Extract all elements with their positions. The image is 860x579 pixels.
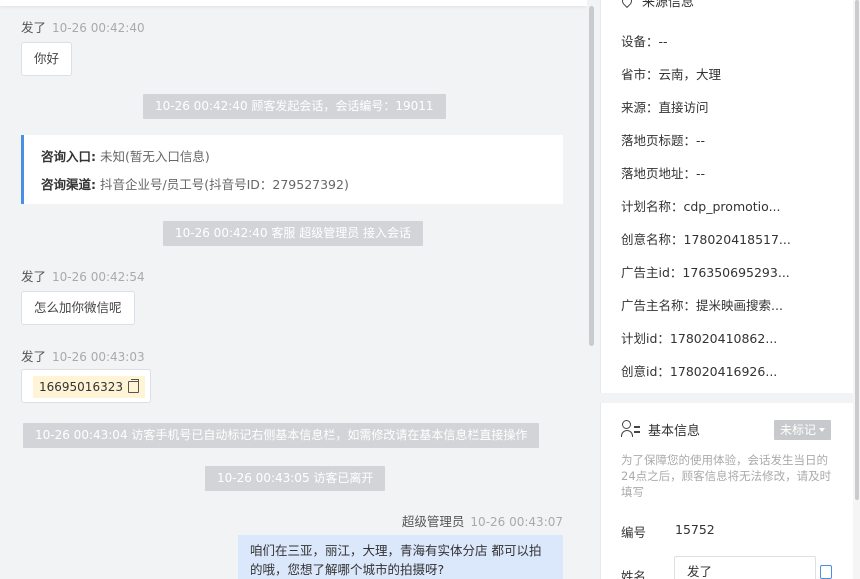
source-row-region: 省市：云南，大理	[621, 67, 722, 82]
consult-entry-line: 咨询入口: 未知(暂无入口信息)	[41, 146, 210, 165]
sender-name: 发了	[21, 269, 47, 284]
source-info-title: 来源信息	[642, 0, 695, 10]
section-divider	[600, 393, 853, 403]
name-label: 姓名	[621, 569, 647, 579]
copy-icon[interactable]	[127, 379, 139, 393]
consult-entry-value: 未知(暂无入口信息)	[99, 149, 210, 164]
phone-number-chip[interactable]: 16695016323	[33, 376, 145, 398]
tag-dropdown-button[interactable]: 未标记	[774, 420, 832, 440]
source-row-creative-id: 创意id：178020416926...	[621, 364, 778, 379]
agent-message-meta: 超级管理员 10-26 00:43:07	[402, 511, 563, 530]
copy-icon[interactable]	[820, 565, 832, 579]
source-row-creative-name: 创意名称：178020418517...	[621, 232, 791, 247]
consult-info-card: 咨询入口: 未知(暂无入口信息) 咨询渠道: 抖音企业号/员工号(抖音号ID：2…	[21, 135, 563, 204]
agent-message-bubble: 咱们在三亚，丽江，大理，青海有实体分店 都可以拍的哦，您想了解哪个城市的拍摄呀?	[238, 535, 563, 579]
message-time: 10-26 00:42:40	[52, 21, 145, 35]
agent-message-time: 10-26 00:43:07	[470, 515, 563, 529]
basic-info-title: 基本信息	[648, 424, 701, 439]
source-row-plan-name: 计划名称：cdp_promotio...	[621, 199, 781, 214]
system-notice: 10-26 00:42:40 客服 超级管理员 接入会话	[163, 221, 424, 246]
consult-entry-label: 咨询入口:	[41, 149, 96, 164]
edit-notice: 为了保障您的使用体验，会话发生当日的24点之后，顾客信息将无法修改，请及时填写	[621, 453, 832, 499]
tag-dropdown-label: 未标记	[780, 423, 817, 437]
basic-info-heading: 基本信息	[621, 420, 700, 439]
agent-name: 超级管理员	[401, 514, 465, 529]
consult-channel-label: 咨询渠道:	[41, 177, 96, 192]
consult-channel-value: 抖音企业号/员工号(抖音号ID：279527392)	[99, 177, 349, 192]
source-row-origin: 来源：直接访问	[621, 100, 709, 115]
id-value: 15752	[675, 522, 715, 537]
source-row-landing-title: 落地页标题：--	[621, 133, 706, 148]
location-pin-icon	[619, 0, 635, 9]
customer-message-bubble: 怎么加你微信呢	[21, 291, 135, 325]
message-meta: 发了 10-26 00:43:03	[21, 346, 145, 365]
message-meta: 发了 10-26 00:42:40	[21, 17, 145, 36]
source-info-heading: 来源信息	[619, 0, 695, 10]
customer-message-bubble: 你好	[21, 42, 73, 76]
message-meta: 发了 10-26 00:42:54	[21, 266, 145, 285]
system-notice: 10-26 00:43:05 访客已离开	[205, 466, 386, 491]
side-scrollbar-thumb[interactable]	[855, 0, 859, 500]
name-input[interactable]: 发了	[674, 556, 816, 579]
consult-channel-line: 咨询渠道: 抖音企业号/员工号(抖音号ID：279527392)	[41, 174, 349, 193]
chat-panel: 发了 10-26 00:42:40 你好 10-26 00:42:40 顾客发起会…	[0, 0, 587, 579]
id-label: 编号	[621, 525, 647, 540]
source-row-plan-id: 计划id：178020410862...	[621, 331, 778, 346]
system-notice: 10-26 00:43:04 访客手机号已自动标记右侧基本信息栏，如需修改请在基…	[23, 423, 540, 448]
sender-name: 发了	[21, 349, 47, 364]
source-row-landing-url: 落地页地址：--	[621, 166, 706, 181]
sender-name: 发了	[21, 20, 47, 35]
caret-down-icon	[819, 428, 826, 432]
source-row-advertiser-name: 广告主名称：提米映画搜索...	[621, 298, 783, 313]
message-time: 10-26 00:42:54	[52, 270, 145, 284]
chat-top-border	[0, 0, 587, 6]
source-row-advertiser-id: 广告主id：176350695293...	[621, 265, 790, 280]
phone-number: 16695016323	[39, 380, 123, 394]
system-notice: 10-26 00:42:40 顾客发起会话，会话编号：19011	[143, 94, 446, 119]
person-list-icon	[621, 420, 641, 438]
message-time: 10-26 00:43:03	[52, 350, 145, 364]
source-row-device: 设备：--	[621, 34, 668, 49]
chat-scrollbar-thumb[interactable]	[589, 6, 594, 346]
